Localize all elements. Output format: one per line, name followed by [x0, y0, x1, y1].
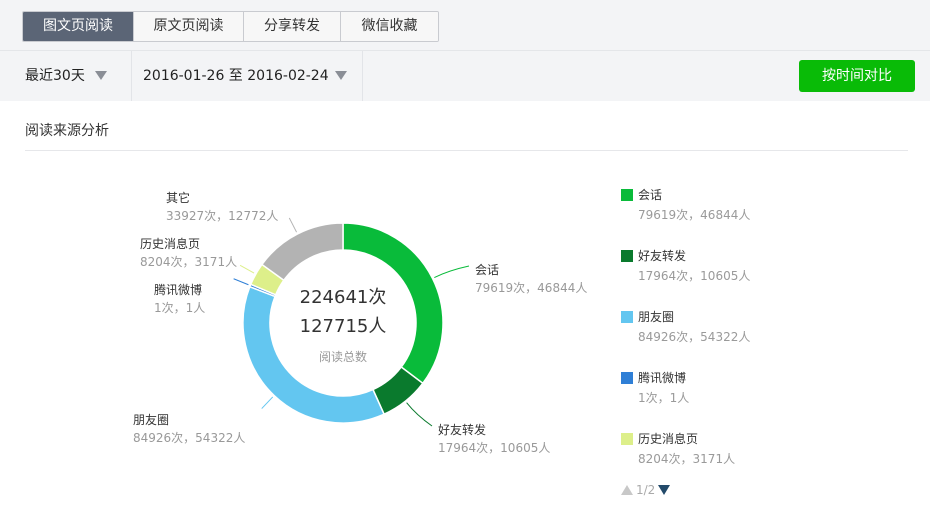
slice-value-label: 17964次，10605人: [438, 441, 550, 455]
legend-value: 84926次，54322人: [638, 330, 751, 344]
slice-value-label: 8204次，3171人: [140, 255, 237, 269]
legend-value: 8204次，3171人: [638, 452, 736, 466]
legend-label: 腾讯微博: [638, 371, 687, 385]
next-page-icon[interactable]: [658, 485, 671, 495]
leader-line: [288, 217, 298, 233]
slice-value-label: 33927次，12772人: [166, 209, 278, 223]
slice-label: 历史消息页: [140, 236, 200, 251]
leader-line: [239, 264, 255, 274]
leader-line: [233, 278, 249, 286]
leader-line: [434, 265, 470, 279]
legend-swatch: [621, 189, 633, 201]
slice-label: 腾讯微博: [154, 282, 202, 297]
slice-label: 好友转发: [438, 422, 486, 437]
read-source-donut-chart: 会话 79619次，46844人好友转发 17964次，10605人 朋友圈 84926…: [133, 190, 587, 455]
legend-value: 79619次，46844人: [638, 208, 751, 222]
slice-value-label: 84926次，54322人: [133, 431, 245, 445]
slice-label: 朋友圈: [133, 413, 169, 427]
legend-swatch: [621, 311, 633, 323]
legend-value: 1次，1人: [638, 391, 690, 405]
legend-label: 朋友圈: [638, 310, 675, 324]
legend-value: 17964次，10605人: [638, 269, 751, 283]
slice-value-label: 1次，1人: [154, 301, 205, 315]
legend-label: 好友转发: [638, 249, 687, 263]
legend-label: 会话: [638, 188, 663, 202]
leader-line: [261, 396, 274, 409]
total-reads: 224641次: [300, 287, 387, 308]
prev-page-icon[interactable]: [621, 485, 633, 495]
legend-swatch: [621, 250, 633, 262]
legend-label: 历史消息页: [638, 432, 699, 446]
total-caption: 阅读总数: [319, 349, 367, 364]
slice-6: [260, 222, 344, 282]
total-users: 127715人: [300, 316, 387, 337]
leader-line: [406, 402, 433, 427]
slice-label: 其它: [166, 190, 190, 205]
slice-label: 会话: [475, 263, 499, 277]
slice-value-label: 79619次，46844人: [475, 281, 587, 295]
legend-swatch: [621, 372, 633, 384]
legend-pager: 1/2: [621, 483, 671, 497]
page-indicator: 1/2: [636, 483, 656, 497]
legend-swatch: [621, 433, 633, 445]
